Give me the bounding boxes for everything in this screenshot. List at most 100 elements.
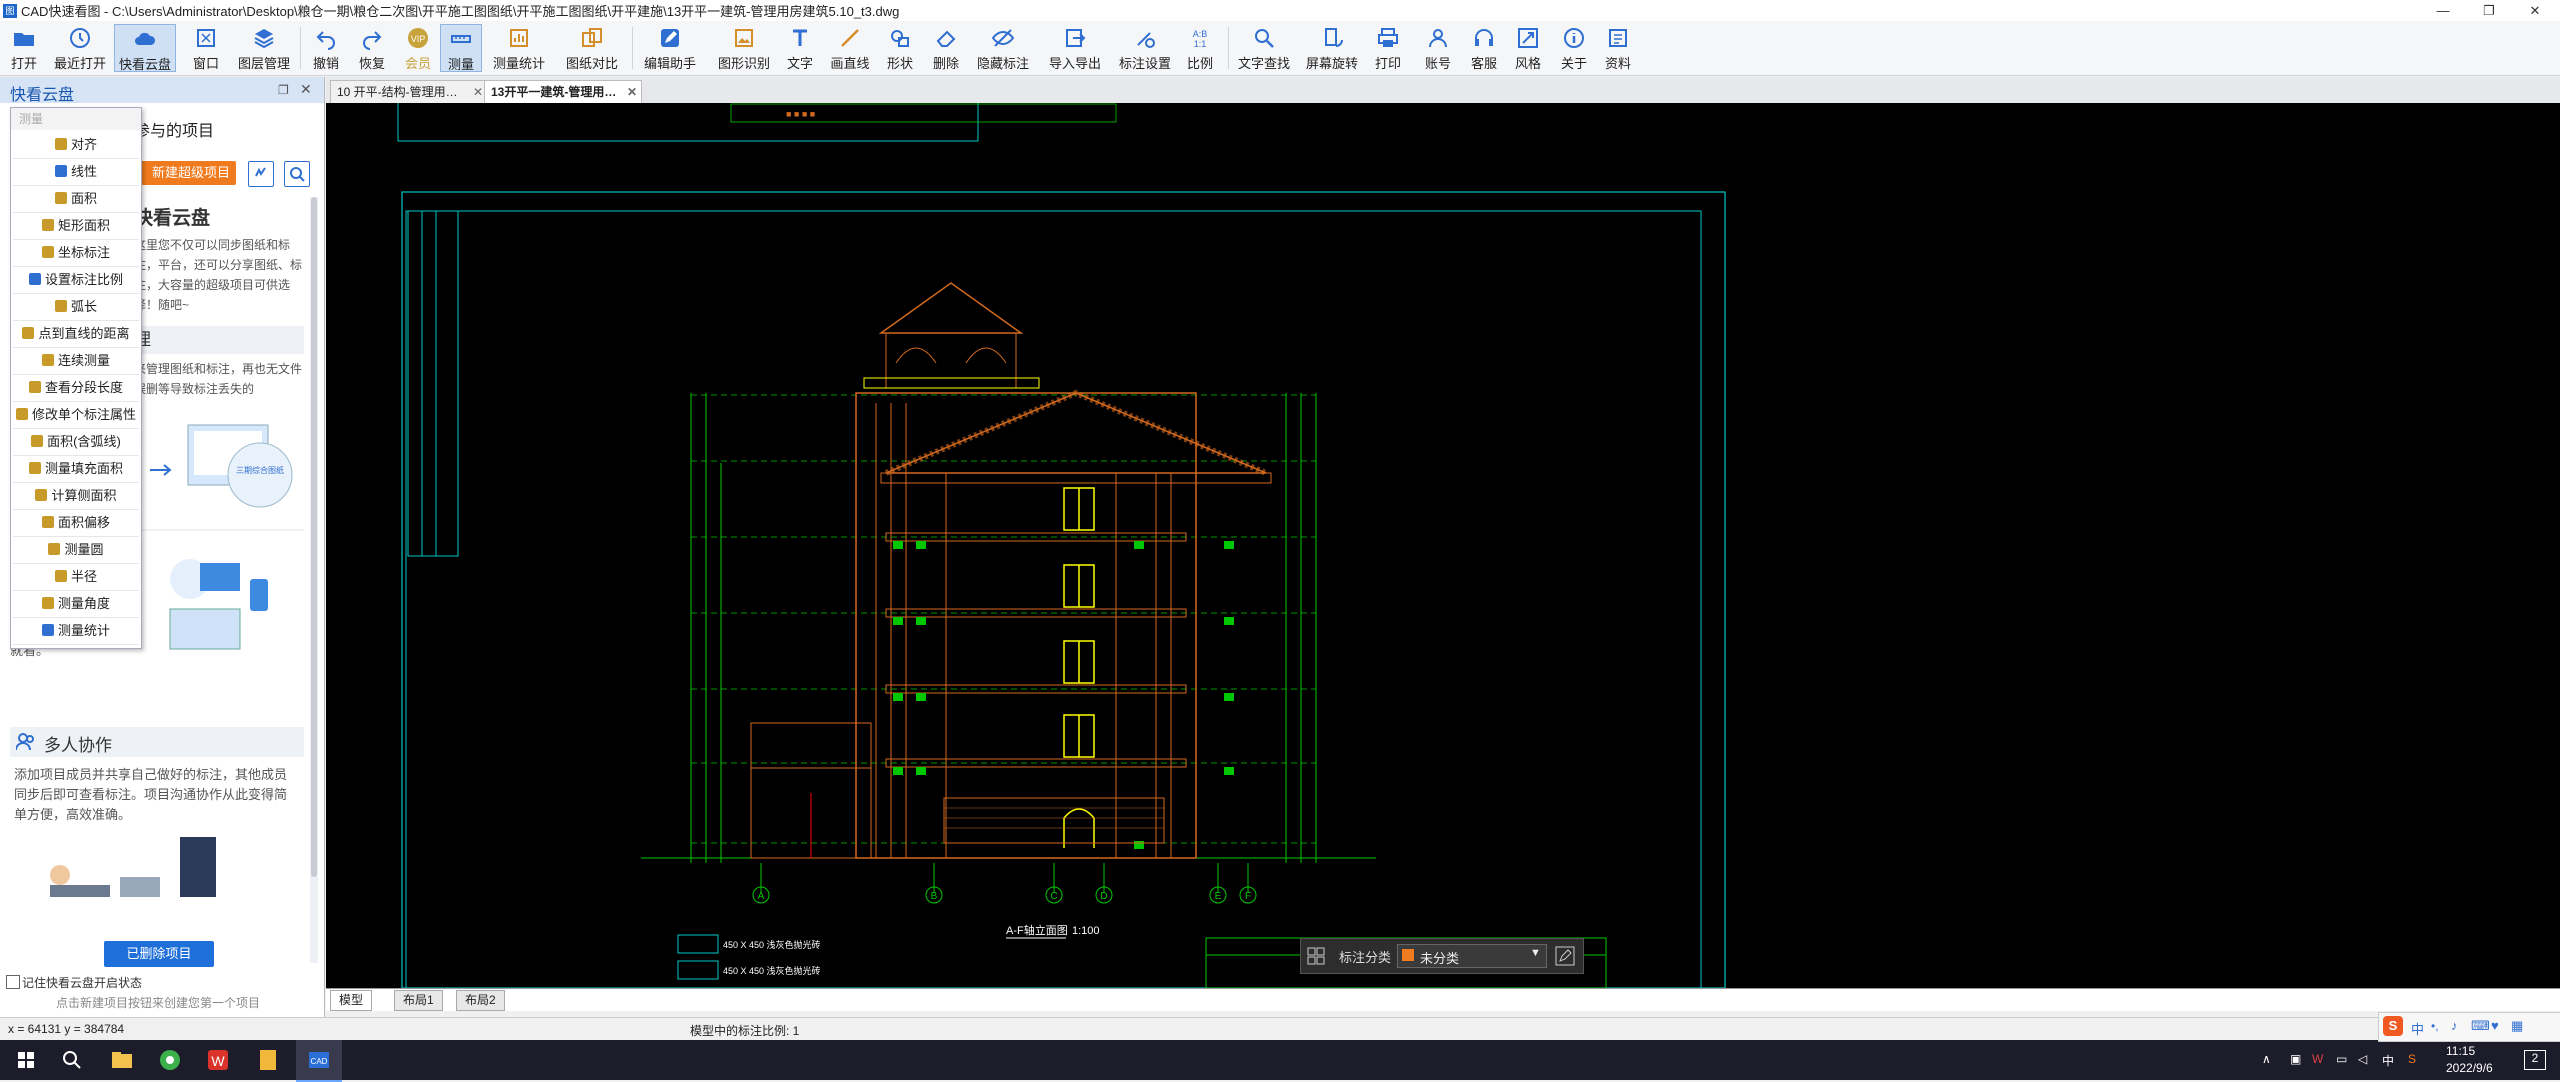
- text-search-button[interactable]: 文字查找: [1236, 24, 1292, 72]
- measure-item-point-to-line[interactable]: 点到直线的距离: [13, 321, 139, 348]
- layer-manager-button[interactable]: 图层管理: [234, 24, 294, 72]
- style-button[interactable]: 风格: [1510, 24, 1546, 72]
- measure-item-edit-attr[interactable]: 修改单个标注属性: [13, 402, 139, 429]
- hide-annotation-button[interactable]: 隐藏标注: [974, 24, 1032, 72]
- tray-volume-icon[interactable]: ◁: [2358, 1052, 2367, 1066]
- ime-skin-icon[interactable]: ♥: [2491, 1018, 2499, 1033]
- cad-taskbar-button[interactable]: CAD: [296, 1040, 342, 1082]
- close-tab-icon[interactable]: ✕: [627, 81, 637, 103]
- measure-item-angle[interactable]: 测量角度: [13, 591, 139, 618]
- close-panel-icon[interactable]: ✕: [300, 81, 312, 98]
- measure-item-fill-area[interactable]: 测量填充面积: [13, 456, 139, 483]
- measure-item-align[interactable]: 对齐: [13, 132, 139, 159]
- measure-item-circle[interactable]: 测量圆: [13, 537, 139, 564]
- grid-icon[interactable]: [1307, 947, 1325, 965]
- measure-item-radius[interactable]: 半径: [13, 564, 139, 591]
- measure-item-rect-area[interactable]: 矩形面积: [13, 213, 139, 240]
- search-project-button[interactable]: [284, 161, 310, 187]
- ime-punct-icon[interactable]: •,: [2431, 1019, 2439, 1033]
- close-button[interactable]: ✕: [2512, 0, 2558, 21]
- tray-chevron-icon[interactable]: ∧: [2262, 1052, 2271, 1066]
- deleted-projects-button[interactable]: 已删除项目: [104, 941, 214, 967]
- shape-button[interactable]: 形状: [880, 24, 920, 72]
- tab-layout-2[interactable]: 布局2: [456, 990, 505, 1011]
- compare-button[interactable]: 图纸对比: [562, 24, 622, 72]
- draw-line-button[interactable]: 画直线: [826, 24, 874, 72]
- open-button[interactable]: 打开: [4, 24, 44, 72]
- edit-assistant-button[interactable]: 编辑助手: [640, 24, 700, 72]
- redo-button[interactable]: 恢复: [352, 24, 392, 72]
- clock-time[interactable]: 11:15: [2446, 1044, 2475, 1058]
- restore-button[interactable]: ❐: [2466, 0, 2512, 21]
- ime-tools-icon[interactable]: ▦: [2511, 1018, 2523, 1034]
- panel-scrollbar[interactable]: [310, 197, 318, 963]
- ime-mic-icon[interactable]: ♪: [2451, 1018, 2458, 1033]
- new-super-project-button[interactable]: 新建超级项目: [140, 161, 236, 185]
- scale-button[interactable]: A:B 1:1 比例: [1182, 24, 1218, 72]
- tray-network-icon[interactable]: ▭: [2336, 1052, 2347, 1066]
- measure-item-area[interactable]: 面积: [13, 186, 139, 213]
- file-explorer-icon[interactable]: [106, 1044, 138, 1076]
- annotation-settings-button[interactable]: 标注设置: [1116, 24, 1174, 72]
- panel-scrollbar-thumb[interactable]: [311, 197, 317, 877]
- doc-app-icon[interactable]: [252, 1044, 284, 1076]
- measure-item-coordinate[interactable]: 坐标标注: [13, 240, 139, 267]
- vip-button[interactable]: VIP 会员: [398, 24, 438, 72]
- measure-item-segment-length[interactable]: 查看分段长度: [13, 375, 139, 402]
- app-icon: 图: [3, 3, 17, 18]
- tab-layout-1[interactable]: 布局1: [394, 990, 443, 1011]
- search-icon[interactable]: [56, 1044, 88, 1076]
- browser-icon[interactable]: [154, 1044, 186, 1076]
- clock-date[interactable]: 2022/9/6: [2446, 1061, 2493, 1075]
- measure-item-arc-area[interactable]: 面积(含弧线): [13, 429, 139, 456]
- remember-checkbox[interactable]: [6, 975, 20, 989]
- tab-architecture-drawing[interactable]: 13开平一建筑-管理用… ✕: [484, 80, 642, 104]
- print-button[interactable]: 打印: [1370, 24, 1406, 72]
- edit-category-icon[interactable]: [1555, 946, 1575, 966]
- cad-canvas[interactable]: ■ ■ ■ ■ A B C D E F A-F轴立面图 1:100 450 X …: [326, 92, 2560, 992]
- sync-button[interactable]: [248, 161, 274, 187]
- cloud-disk-button[interactable]: 快看云盘: [114, 24, 176, 72]
- tab-model[interactable]: 模型: [330, 990, 373, 1011]
- recent-button[interactable]: 最近打开: [52, 24, 108, 72]
- wps-icon[interactable]: W: [202, 1044, 234, 1076]
- tab-structure-drawing[interactable]: 10 开平-结构-管理用… ✕: [330, 80, 488, 104]
- measure-item-stats[interactable]: 测量统计: [13, 618, 139, 645]
- resources-button[interactable]: 资料: [1600, 24, 1636, 72]
- coordinates-readout: x = 64131 y = 384784: [8, 1022, 125, 1036]
- minimize-button[interactable]: —: [2420, 0, 2466, 21]
- cad-drawing[interactable]: ■ ■ ■ ■ A B C D E F A-F轴立面图 1:100 450 X …: [326, 92, 2560, 992]
- tray-sogou-icon[interactable]: S: [2408, 1052, 2416, 1066]
- about-button[interactable]: 关于: [1556, 24, 1592, 72]
- tray-app-icon[interactable]: ▣: [2290, 1052, 2301, 1066]
- measure-item-arc-length[interactable]: 弧长: [13, 294, 139, 321]
- measure-item-continuous[interactable]: 连续测量: [13, 348, 139, 375]
- tray-ime-icon[interactable]: 中: [2382, 1052, 2394, 1069]
- delete-button[interactable]: 删除: [926, 24, 966, 72]
- ime-mode[interactable]: 中: [2411, 1019, 2424, 1038]
- measure-button[interactable]: 测量: [440, 24, 482, 72]
- ime-keyboard-icon[interactable]: ⌨: [2471, 1018, 2490, 1034]
- text-button[interactable]: 文字: [780, 24, 820, 72]
- sogou-icon[interactable]: S: [2383, 1016, 2403, 1036]
- close-tab-icon[interactable]: ✕: [473, 81, 483, 103]
- undo-button[interactable]: 撤销: [306, 24, 346, 72]
- support-button[interactable]: 客服: [1466, 24, 1502, 72]
- tray-wps-icon[interactable]: W: [2312, 1052, 2323, 1066]
- window-button[interactable]: 窗口: [186, 24, 226, 72]
- import-export-button[interactable]: 导入导出: [1046, 24, 1104, 72]
- measure-item-set-scale[interactable]: 设置标注比例: [13, 267, 139, 294]
- rect-area-icon: [41, 219, 54, 231]
- measure-item-side-area[interactable]: 计算侧面积: [13, 483, 139, 510]
- notification-icon[interactable]: 2: [2524, 1050, 2546, 1070]
- windows-start-icon[interactable]: [10, 1044, 42, 1076]
- account-button[interactable]: 账号: [1420, 24, 1456, 72]
- shape-recognition-button[interactable]: 图形识别: [716, 24, 772, 72]
- category-select[interactable]: 未分类 ▼: [1397, 944, 1547, 968]
- svg-text:W: W: [211, 1053, 225, 1069]
- measure-stats-button[interactable]: 测量统计: [490, 24, 548, 72]
- float-icon[interactable]: ❐: [278, 83, 289, 97]
- rotate-screen-button[interactable]: 屏幕旋转: [1304, 24, 1360, 72]
- measure-item-area-offset[interactable]: 面积偏移: [13, 510, 139, 537]
- measure-item-linear[interactable]: 线性: [13, 159, 139, 186]
